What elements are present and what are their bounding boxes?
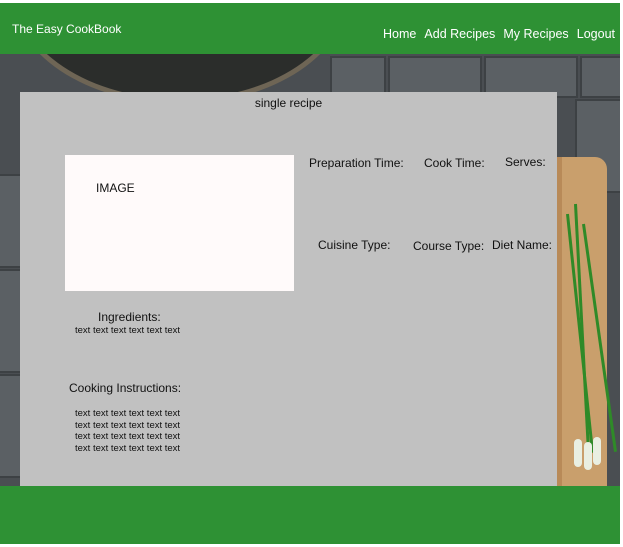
nav-add-recipes-link[interactable]: Add Recipes (424, 27, 495, 41)
course-type-label: Course Type: (413, 239, 485, 253)
ingredients-label: Ingredients: (98, 310, 161, 324)
brand-link[interactable]: The Easy CookBook (12, 22, 121, 36)
preparation-time-label: Preparation Time: (309, 156, 404, 170)
instruction-line: text text text text text text (75, 442, 181, 454)
recipe-image: IMAGE (65, 155, 294, 291)
cooking-instructions-label: Cooking Instructions: (69, 381, 182, 395)
cooking-instructions-list: text text text text text text text text … (75, 408, 180, 454)
instruction-line: text text text text text text (75, 419, 181, 431)
diet-name-label: Diet Name: (492, 238, 553, 252)
ingredients-text: text text text text text text (75, 325, 181, 336)
nav-logout-link[interactable]: Logout (577, 27, 615, 41)
instruction-line: text text text text text text (75, 408, 181, 419)
recipe-card: single recipe IMAGE Preparation Time: Co… (20, 92, 557, 486)
footer (0, 486, 620, 544)
nav-links: Home Add Recipes My Recipes Logout (380, 23, 615, 42)
cuisine-type-label: Cuisine Type: (318, 238, 391, 252)
nav-my-recipes-link[interactable]: My Recipes (503, 27, 568, 41)
cook-time-label: Cook Time: (424, 156, 485, 170)
serves-label: Serves: (505, 155, 546, 169)
page-title: single recipe (254, 96, 323, 110)
instruction-line: text text text text text text (75, 431, 181, 442)
image-placeholder-label: IMAGE (96, 181, 135, 195)
navbar: The Easy CookBook Home Add Recipes My Re… (0, 3, 620, 54)
nav-home-link[interactable]: Home (383, 27, 416, 41)
